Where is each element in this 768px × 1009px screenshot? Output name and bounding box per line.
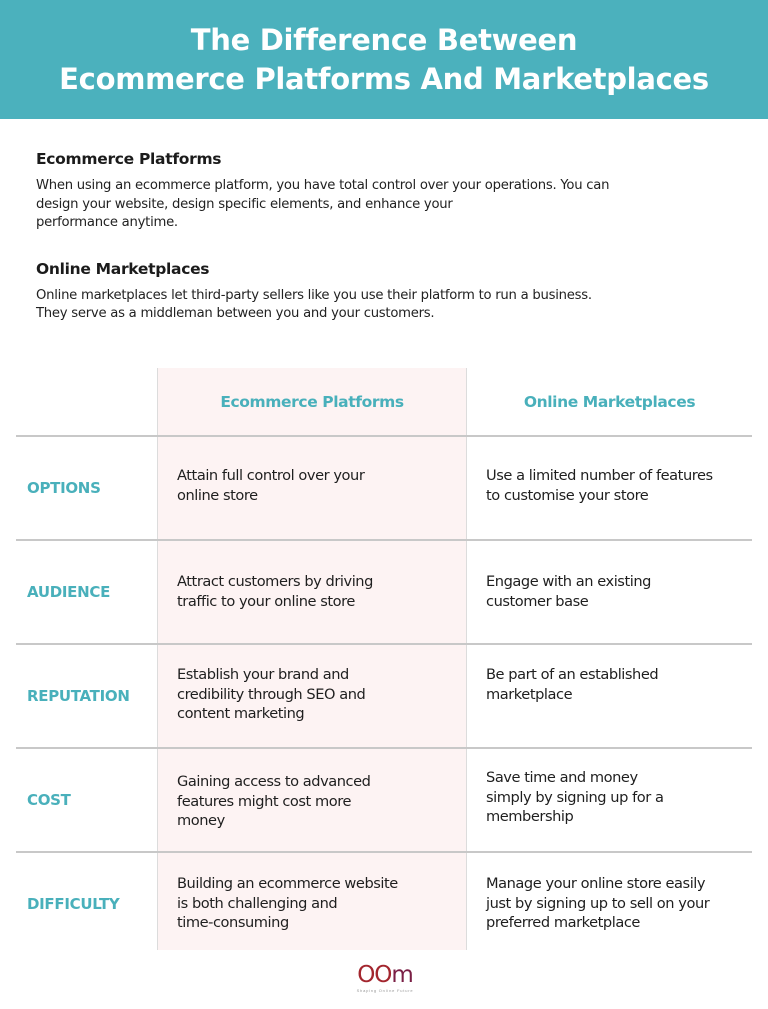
intro-marketplaces: Online Marketplaces Online marketplaces …: [36, 260, 736, 324]
cell-line: Attract customers by driving: [177, 573, 373, 590]
cell-line: simply by signing up for a: [486, 788, 664, 806]
logo-m: m: [391, 962, 413, 988]
cell-ecommerce: Building an ecommerce website is both ch…: [177, 874, 457, 933]
intro-heading-ecommerce: Ecommerce Platforms: [36, 150, 222, 168]
intro-heading-marketplaces: Online Marketplaces: [36, 259, 210, 278]
intro-text-line: When using an ecommerce platform, you ha…: [36, 178, 610, 193]
row-label: COST: [27, 791, 71, 809]
column-header-marketplaces: Online Marketplaces: [523, 393, 696, 411]
cell-line: Manage your online store easily: [486, 875, 706, 892]
cell-line: Establish your brand and: [177, 666, 349, 683]
header-banner: The Difference Between Ecommerce Platfor…: [0, 0, 768, 119]
row-label: REPUTATION: [27, 687, 130, 705]
page-title-line-2: Ecommerce Platforms And Marketplaces: [59, 61, 709, 96]
cell-line: Building an ecommerce website: [177, 875, 398, 892]
intro-text-line: Online marketplaces let third-party sell…: [36, 287, 592, 303]
page-title-line-1: The Difference Between: [190, 22, 578, 57]
cell-ecommerce: Attain full control over your online sto…: [177, 466, 457, 505]
intro-ecommerce: Ecommerce Platforms When using an ecomme…: [36, 150, 736, 233]
cell-line: Use a limited number of features: [486, 467, 713, 484]
cell-marketplace: Use a limited number of features to cust…: [486, 466, 756, 505]
cell-line: marketplace: [486, 685, 573, 703]
row-label: OPTIONS: [27, 479, 101, 497]
row-label: DIFFICULTY: [27, 895, 120, 913]
cell-marketplace: Manage your online store easily just by …: [486, 874, 756, 933]
cell-line: content marketing: [177, 705, 305, 723]
logo-oo: OO: [357, 962, 392, 988]
cell-ecommerce: Attract customers by driving traffic to …: [177, 572, 457, 611]
cell-marketplace: Engage with an existing customer base: [486, 572, 756, 611]
cell-line: just by signing up to sell on your: [486, 894, 710, 912]
cell-line: membership: [486, 808, 574, 826]
column-header-ecommerce: Ecommerce Platforms: [220, 393, 404, 411]
intro-text-line: They serve as a middleman between you an…: [36, 306, 435, 321]
cell-line: Be part of an established: [486, 666, 659, 683]
table-row-options: OPTIONS Attain full control over your on…: [16, 437, 752, 539]
cell-line: features might cost more: [177, 792, 351, 810]
cell-line: preferred marketplace: [486, 914, 640, 932]
table-row-cost: COST Gaining access to advanced features…: [16, 749, 752, 851]
intro-text-line: design your website, design specific ele…: [36, 196, 453, 212]
table-row-reputation: REPUTATION Establish your brand and cred…: [16, 645, 752, 747]
row-label: AUDIENCE: [27, 583, 111, 601]
cell-line: Attain full control over your: [177, 467, 365, 484]
table-row-audience: AUDIENCE Attract customers by driving tr…: [16, 541, 752, 643]
cell-line: time-consuming: [177, 914, 289, 932]
cell-line: traffic to your online store: [177, 592, 355, 610]
intro-text-marketplaces: Online marketplaces let third-party sell…: [36, 287, 736, 324]
cell-line: Engage with an existing: [486, 573, 651, 590]
cell-ecommerce: Gaining access to advanced features migh…: [177, 772, 457, 831]
cell-marketplace: Save time and money simply by signing up…: [486, 768, 756, 827]
logo-mark: OOm: [345, 963, 425, 987]
intro-section: Ecommerce Platforms When using an ecomme…: [36, 150, 736, 324]
cell-marketplace: Be part of an established marketplace: [486, 665, 756, 704]
cell-line: money: [177, 812, 225, 830]
cell-line: credibility through SEO and: [177, 685, 366, 703]
cell-line: Save time and money: [486, 769, 638, 786]
cell-line: to customise your store: [486, 486, 649, 504]
table-row-difficulty: DIFFICULTY Building an ecommerce website…: [16, 853, 752, 955]
intro-text-ecommerce: When using an ecommerce platform, you ha…: [36, 177, 736, 233]
logo-tagline: Shaping Online Future: [356, 988, 414, 993]
brand-logo: OOm Shaping Online Future: [345, 963, 425, 999]
intro-text-line: performance anytime.: [36, 215, 178, 230]
cell-line: is both challenging and: [177, 894, 338, 912]
comparison-table: Ecommerce Platforms Online Marketplaces …: [16, 368, 752, 950]
cell-ecommerce: Establish your brand and credibility thr…: [177, 665, 457, 724]
cell-line: online store: [177, 486, 258, 504]
cell-line: Gaining access to advanced: [177, 773, 371, 790]
cell-line: customer base: [486, 592, 589, 610]
